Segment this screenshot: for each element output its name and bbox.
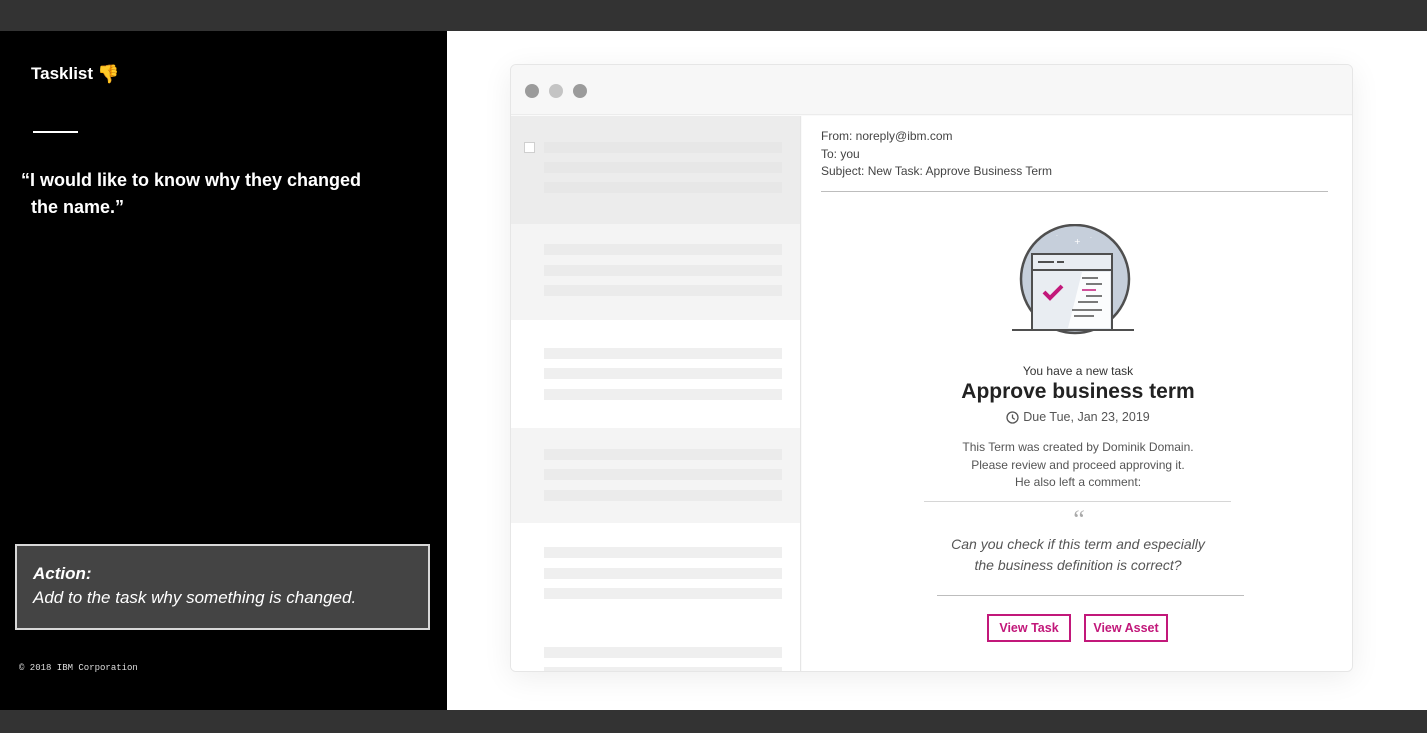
due-date: Due Tue, Jan 23, 2019 [802, 410, 1352, 424]
clock-icon [1006, 410, 1019, 424]
comment-divider-bottom [937, 595, 1244, 596]
action-box: Action: Add to the task why something is… [15, 544, 430, 630]
left-panel: Tasklist 👎 “I would like to know why the… [0, 31, 447, 710]
title-divider [33, 131, 78, 133]
select-checkbox[interactable] [524, 142, 535, 153]
placeholder-line [544, 142, 782, 153]
email-to: To: you [821, 146, 860, 161]
list-item[interactable] [511, 428, 800, 523]
placeholder-line [544, 285, 782, 296]
placeholder-line [544, 490, 782, 501]
body-line: This Term was created by Dominik Domain. [962, 440, 1194, 454]
comment-divider-top [924, 501, 1231, 502]
placeholder-line [544, 588, 782, 599]
quote-mark-icon: “ [1070, 505, 1086, 534]
email-client-window: From: noreply@ibm.com To: you Subject: N… [510, 64, 1353, 672]
placeholder-line [544, 449, 782, 460]
minimize-window-button[interactable] [549, 84, 563, 98]
placeholder-line [544, 244, 782, 255]
list-item[interactable] [511, 523, 800, 671]
placeholder-line [544, 265, 782, 276]
placeholder-line [544, 667, 782, 671]
body-line: Please review and proceed approving it. [971, 457, 1185, 472]
placeholder-line [544, 647, 782, 658]
user-quote: “I would like to know why they changed t… [21, 167, 421, 221]
placeholder-line [544, 389, 782, 400]
placeholder-line [544, 348, 782, 359]
svg-text:·: · [1090, 235, 1092, 242]
message-list [511, 116, 801, 671]
view-task-button[interactable]: View Task [987, 614, 1071, 642]
list-item-selected[interactable] [511, 116, 800, 224]
task-heading: Approve business term [961, 380, 1195, 403]
panel-title-text: Tasklist [31, 64, 94, 83]
close-window-button[interactable] [525, 84, 539, 98]
task-approval-illustration: + · · [1012, 224, 1134, 335]
svg-text:+: + [1074, 237, 1081, 246]
placeholder-line [544, 162, 782, 173]
placeholder-line [544, 368, 782, 379]
slide: Tasklist 👎 “I would like to know why the… [0, 31, 1427, 710]
placeholder-line [544, 547, 782, 558]
placeholder-line [544, 469, 782, 480]
action-label: Action: [33, 564, 92, 583]
due-date-text: Due Tue, Jan 23, 2019 [1023, 410, 1150, 424]
comment: Can you check if this term and especiall… [802, 534, 1352, 576]
email-subject: Subject: New Task: Approve Business Term [821, 164, 1052, 178]
thumbs-down-icon: 👎 [97, 64, 120, 84]
svg-text:·: · [1056, 233, 1058, 240]
placeholder-line [544, 568, 782, 579]
email-header: From: noreply@ibm.com To: you Subject: N… [821, 128, 1052, 181]
list-item[interactable] [511, 224, 800, 320]
copyright: © 2018 IBM Corporation [19, 663, 138, 673]
email-preview: From: noreply@ibm.com To: you Subject: N… [802, 116, 1352, 671]
comment-line: the business definition is correct? [974, 557, 1182, 573]
email-body: This Term was created by Dominik Domain.… [802, 439, 1352, 492]
email-from: From: noreply@ibm.com [821, 129, 953, 143]
right-panel: From: noreply@ibm.com To: you Subject: N… [447, 31, 1427, 710]
panel-title: Tasklist 👎 [31, 64, 119, 84]
body-line: He also left a comment: [1014, 475, 1142, 489]
user-quote-line2: the name.” [31, 197, 125, 217]
task-intro: You have a new task [1022, 364, 1134, 378]
header-divider [821, 191, 1328, 192]
maximize-window-button[interactable] [573, 84, 587, 98]
list-item[interactable] [511, 320, 800, 428]
view-asset-button[interactable]: View Asset [1084, 614, 1168, 642]
window-titlebar [511, 65, 1352, 115]
user-quote-line1: “I would like to know why they changed [21, 170, 362, 190]
comment-line: Can you check if this term and especiall… [951, 536, 1205, 552]
action-text: Add to the task why something is changed… [33, 588, 357, 607]
placeholder-line [544, 182, 782, 193]
